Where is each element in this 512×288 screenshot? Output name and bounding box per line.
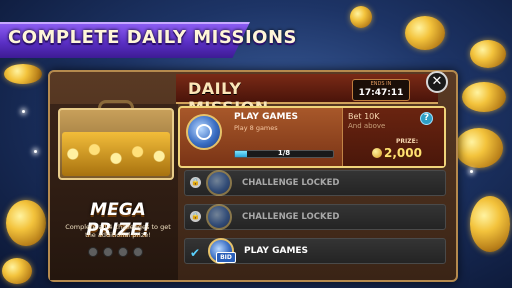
timer-label: ENDS IN bbox=[370, 81, 392, 87]
bid-badge: BID bbox=[216, 252, 236, 263]
mega-prize-description: Complete all 4 challenges to get the add… bbox=[65, 223, 171, 239]
lock-icon: 🔒 bbox=[190, 177, 201, 188]
mission-title: PLAY GAMES bbox=[234, 112, 299, 122]
challenge-progress-dots bbox=[88, 247, 148, 259]
gold-coin-decoration bbox=[470, 40, 506, 68]
progress-dot bbox=[133, 247, 143, 257]
countdown-timer: ENDS IN 17:47:11 bbox=[352, 79, 410, 101]
prize-value: 2,000 bbox=[384, 146, 422, 160]
gold-coin-decoration bbox=[405, 16, 445, 50]
check-icon: ✔ bbox=[190, 246, 201, 260]
lock-icon: 🔒 bbox=[190, 211, 201, 222]
gold-coins-icon bbox=[62, 132, 170, 176]
banner-title: COMPLETE DAILY MISSIONS bbox=[8, 27, 298, 48]
mission-title: CHALLENGE LOCKED bbox=[242, 178, 340, 188]
sparkle-decoration bbox=[22, 110, 25, 113]
gold-coin-decoration bbox=[4, 64, 42, 84]
bet-requirement: Bet 10K bbox=[348, 112, 380, 121]
close-icon: ✕ bbox=[431, 74, 443, 89]
progress-dot bbox=[118, 247, 128, 257]
info-icon[interactable]: ? bbox=[420, 112, 433, 125]
prize-label: PRIZE: bbox=[396, 138, 419, 145]
coin-icon bbox=[372, 148, 382, 158]
gold-coin-decoration bbox=[6, 200, 46, 246]
progress-dot bbox=[88, 247, 98, 257]
mission-progress-text: 1/8 bbox=[277, 149, 291, 157]
mission-title: PLAY GAMES bbox=[244, 246, 309, 256]
sparkle-decoration bbox=[470, 170, 473, 173]
gold-coin-decoration bbox=[462, 82, 506, 112]
target-icon bbox=[206, 204, 232, 230]
bet-requirement-sub: And above bbox=[348, 122, 386, 130]
target-ring bbox=[196, 124, 212, 140]
target-icon bbox=[206, 170, 232, 196]
target-cards-icon bbox=[186, 114, 222, 150]
gold-coin-decoration bbox=[350, 6, 372, 28]
close-button[interactable]: ✕ bbox=[426, 71, 448, 93]
progress-dot bbox=[103, 247, 113, 257]
gold-coin-decoration bbox=[2, 258, 32, 284]
mission-title: CHALLENGE LOCKED bbox=[242, 212, 340, 222]
sparkle-decoration bbox=[34, 150, 37, 153]
mission-subtitle: Play 8 games bbox=[234, 124, 278, 132]
timer-value: 17:47:11 bbox=[358, 88, 404, 98]
gold-coin-decoration bbox=[455, 128, 503, 168]
gold-coin-decoration bbox=[470, 196, 510, 252]
